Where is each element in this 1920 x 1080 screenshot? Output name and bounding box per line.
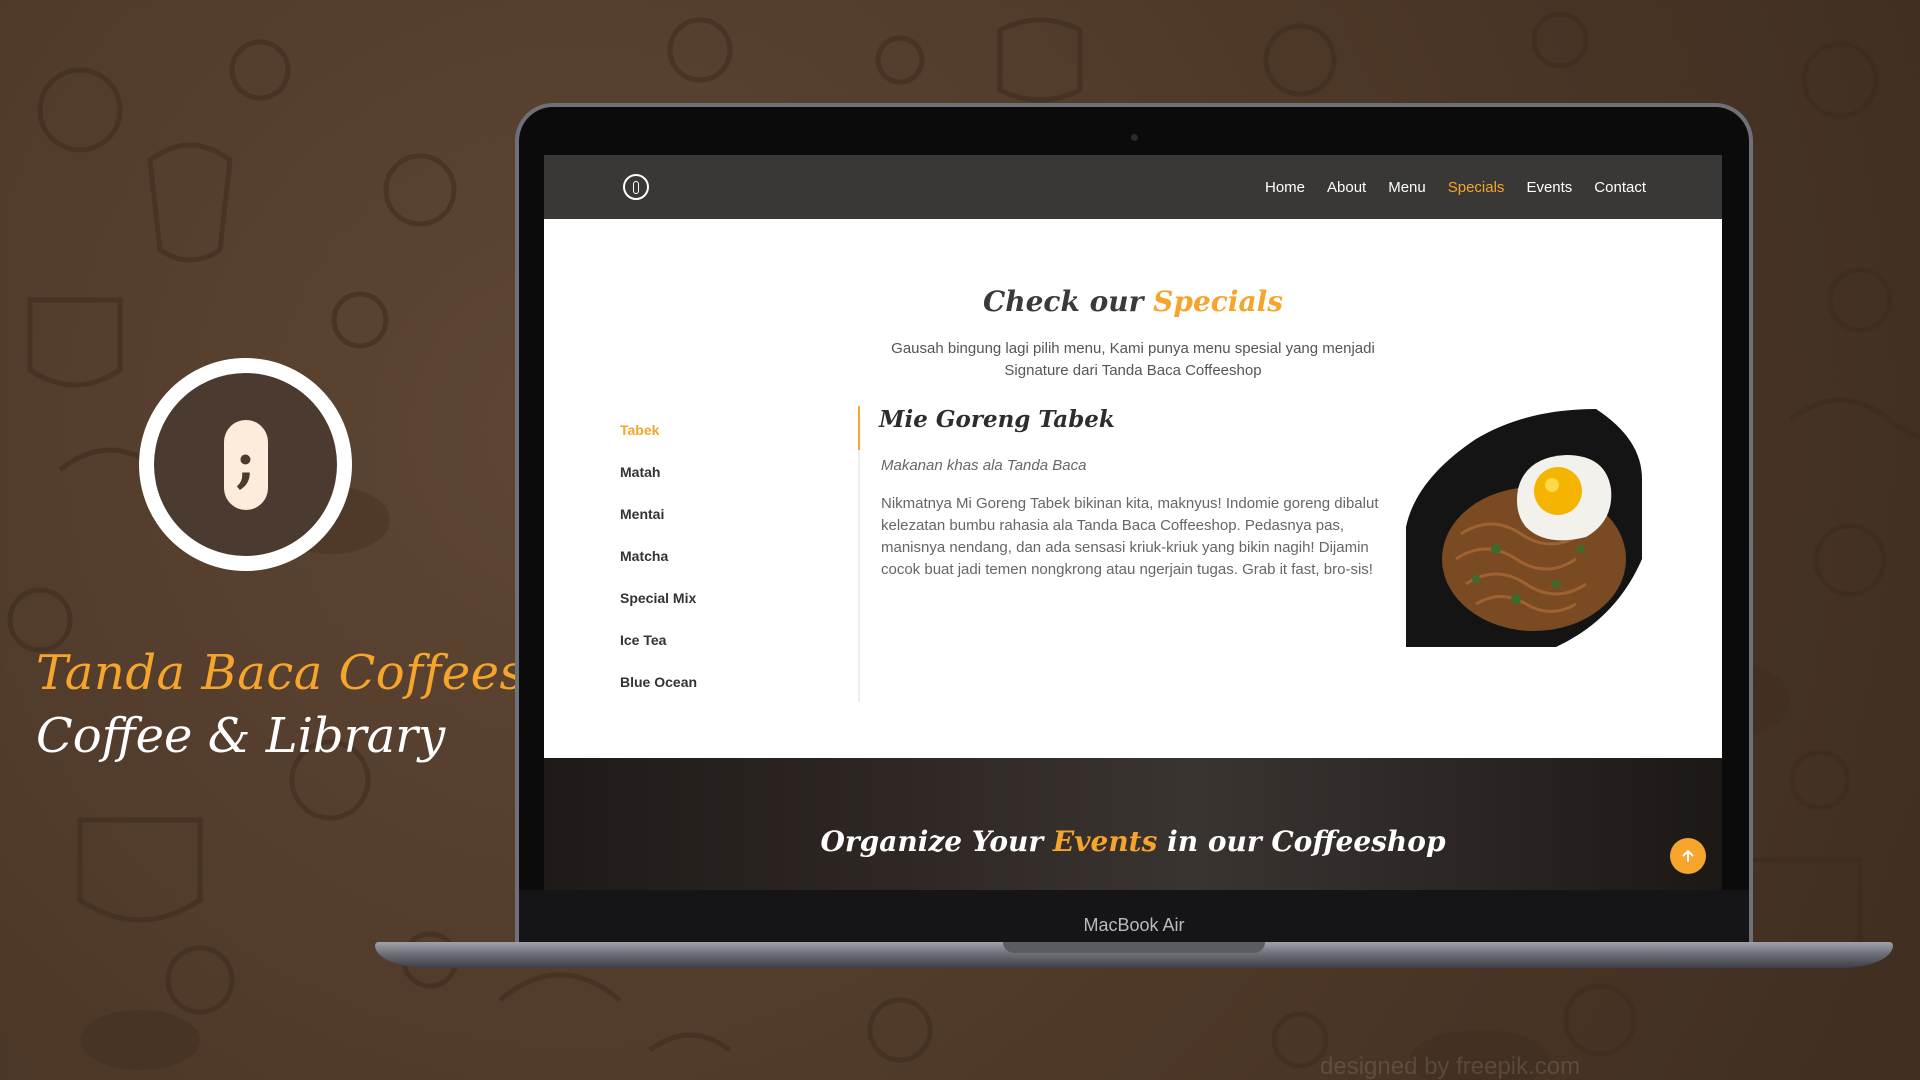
special-item-tagline: Makanan khas ala Tanda Baca <box>881 457 1087 474</box>
events-banner: Organize Your Events in our Coffeeshop <box>544 758 1722 890</box>
brand-subtitle: Coffee & Library <box>36 708 446 764</box>
special-item-description: Nikmatnya Mi Goreng Tabek bikinan kita, … <box>881 495 1379 578</box>
special-item-title: Mie Goreng Tabek <box>879 406 1115 433</box>
events-title: Organize Your Events in our Coffeeshop <box>544 825 1722 858</box>
laptop-model-label: MacBook Air <box>1083 915 1185 935</box>
nav-links: Home About Menu Specials Events Contact <box>1265 155 1646 219</box>
brand-logo-inner: ; <box>154 373 337 556</box>
tab-tabek[interactable]: Tabek <box>620 419 760 461</box>
specials-tabs: Tabek Matah Mentai Matcha Special Mix Ic… <box>620 419 760 713</box>
events-title-accent: Events <box>1052 825 1158 858</box>
logo-glyph: ; <box>235 429 256 494</box>
nav-logo-icon[interactable] <box>623 174 649 200</box>
tab-divider <box>858 406 860 702</box>
semicolon-logo-icon: ; <box>223 419 268 510</box>
tab-blue-ocean[interactable]: Blue Ocean <box>620 671 760 713</box>
nav-about[interactable]: About <box>1327 179 1366 196</box>
tab-matcha[interactable]: Matcha <box>620 545 760 587</box>
camera-icon <box>1131 134 1138 141</box>
events-title-prefix: Organize Your <box>820 825 1044 858</box>
nav-menu[interactable]: Menu <box>1388 179 1426 196</box>
arrow-up-icon <box>1682 850 1694 862</box>
tab-matah[interactable]: Matah <box>620 461 760 503</box>
tab-mentai[interactable]: Mentai <box>620 503 760 545</box>
specials-title: Check our Specials <box>544 285 1722 318</box>
nav-home[interactable]: Home <box>1265 179 1305 196</box>
nav-contact[interactable]: Contact <box>1594 179 1646 196</box>
laptop-notch <box>1003 942 1265 953</box>
designer-credit: designed by freepik.com <box>1320 1053 1581 1080</box>
scroll-top-button[interactable] <box>1670 838 1706 874</box>
nav-events[interactable]: Events <box>1526 179 1572 196</box>
specials-description: Gausah bingung lagi pilih menu, Kami pun… <box>891 340 1375 379</box>
specials-title-accent: Specials <box>1153 285 1284 318</box>
tab-ice-tea[interactable]: Ice Tea <box>620 629 760 671</box>
specials-title-prefix: Check our <box>982 285 1144 318</box>
navbar: Home About Menu Specials Events Contact <box>544 155 1722 219</box>
tab-active-indicator <box>858 406 860 450</box>
nav-specials[interactable]: Specials <box>1448 179 1505 196</box>
mie-goreng-image <box>1406 409 1642 647</box>
tab-special-mix[interactable]: Special Mix <box>620 587 760 629</box>
website-screen: Home About Menu Specials Events Contact … <box>544 155 1722 890</box>
events-title-suffix: in our Coffeeshop <box>1167 825 1446 858</box>
brand-logo: ; <box>139 358 352 571</box>
